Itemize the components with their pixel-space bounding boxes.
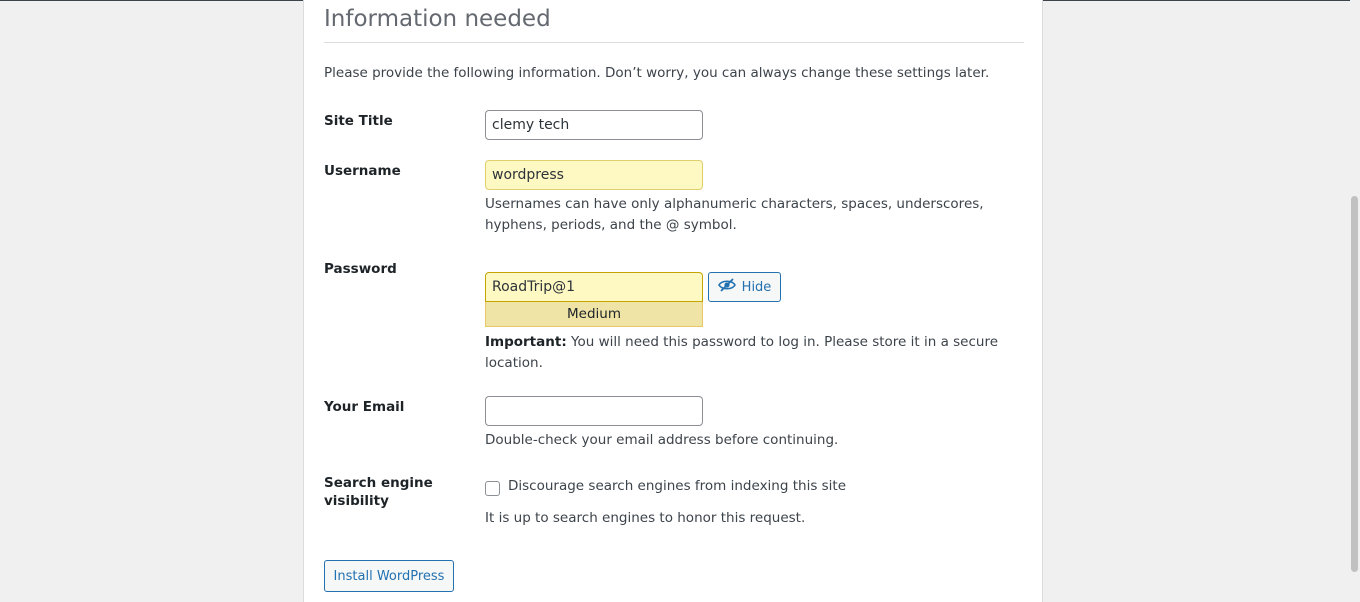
email-label: Your Email xyxy=(324,399,405,415)
search-visibility-description: It is up to search engines to honor this… xyxy=(485,510,806,526)
eye-slash-icon xyxy=(717,278,736,296)
discourage-search-checkbox[interactable] xyxy=(485,481,500,496)
password-strength-meter: Medium xyxy=(485,302,703,327)
email-input[interactable] xyxy=(485,396,703,426)
title-divider xyxy=(324,42,1024,43)
intro-text: Please provide the following information… xyxy=(324,65,990,81)
search-visibility-label-line1: Search engine xyxy=(324,475,433,491)
password-label: Password xyxy=(324,261,397,277)
search-visibility-label: Search engine visibility xyxy=(324,474,433,510)
username-input[interactable] xyxy=(485,160,703,190)
site-title-label: Site Title xyxy=(324,113,393,129)
site-title-input[interactable] xyxy=(485,110,703,140)
username-label: Username xyxy=(324,163,401,179)
password-important-note: Important: You will need this password t… xyxy=(485,332,1015,374)
scrollbar-thumb[interactable] xyxy=(1351,196,1358,572)
hide-button-label: Hide xyxy=(741,279,772,295)
setup-panel: Information needed Please provide the fo… xyxy=(303,0,1043,602)
discourage-search-label[interactable]: Discourage search engines from indexing … xyxy=(508,478,846,494)
important-label: Important: xyxy=(485,334,567,350)
page-title: Information needed xyxy=(324,6,551,32)
install-wordpress-button[interactable]: Install WordPress xyxy=(324,560,454,592)
search-visibility-label-line2: visibility xyxy=(324,493,389,509)
hide-password-button[interactable]: Hide xyxy=(708,272,781,302)
password-input[interactable] xyxy=(485,272,703,302)
email-description: Double-check your email address before c… xyxy=(485,432,839,448)
username-description: Usernames can have only alphanumeric cha… xyxy=(485,196,984,233)
page-scrollbar[interactable] xyxy=(1350,0,1360,602)
